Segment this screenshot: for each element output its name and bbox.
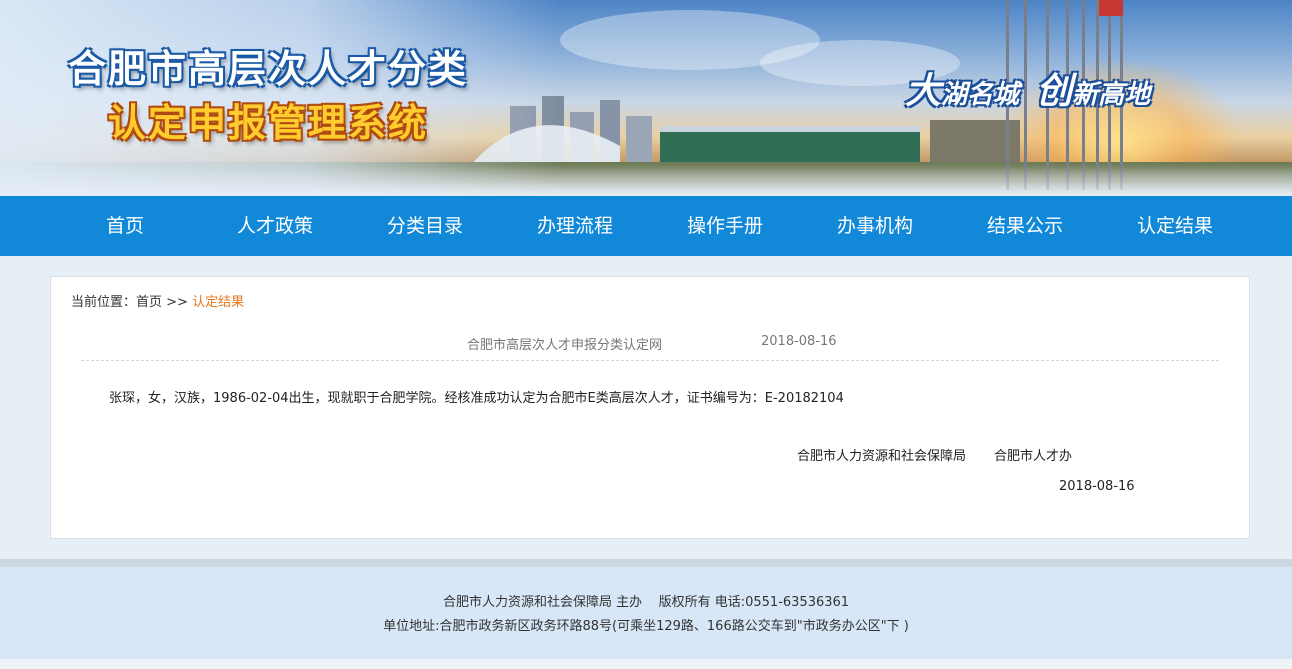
footer-divider (0, 559, 1292, 567)
signer-hrss-bureau: 合肥市人力资源和社会保障局 (797, 449, 967, 464)
footer-copyright: 合肥市人力资源和社会保障局 主办 版权所有 电话:0551-63536361 (442, 595, 850, 610)
article-sign-date: 2018-08-16 (1059, 479, 1135, 494)
slogan-part2-rest: 新高地 (1072, 80, 1151, 110)
nav-list: 首页 人才政策 分类目录 办理流程 操作手册 办事机构 结果公示 认定结果 (50, 196, 1250, 256)
article-signers: 合肥市人力资源和社会保障局 合肥市人才办 (797, 445, 1072, 464)
slogan-part1-rest: 湖名城 (941, 80, 1020, 110)
site-title-line1: 合肥市高层次人才分类 (68, 47, 469, 91)
flag (1111, 0, 1123, 16)
article-body: 张琛，女，汉族，1986-02-04出生，现就职于合肥学院。经核准成功认定为合肥… (109, 391, 844, 406)
breadcrumb: 当前位置：首页 >> 认定结果 (71, 291, 244, 310)
article-date: 2018-08-16 (761, 334, 837, 349)
nav-item-talent-policy[interactable]: 人才政策 (200, 196, 350, 256)
page-bottom-strip (0, 659, 1292, 669)
breadcrumb-current: 认定结果 (192, 295, 245, 310)
content-panel: 当前位置：首页 >> 认定结果 合肥市高层次人才申报分类认定网 2018-08-… (50, 276, 1250, 539)
nav-item-process[interactable]: 办理流程 (500, 196, 650, 256)
banner-fade-bottom (0, 166, 1292, 196)
article-meta: 合肥市高层次人才申报分类认定网 2018-08-16 (81, 333, 1219, 361)
breadcrumb-prefix: 当前位置： (71, 295, 137, 310)
footer-address: 单位地址:合肥市政务新区政务环路88号(可乘坐129路、166路公交车到"市政务… (383, 619, 909, 634)
breadcrumb-home-link[interactable]: 首页 (136, 295, 162, 310)
main-nav: 首页 人才政策 分类目录 办理流程 操作手册 办事机构 结果公示 认定结果 (0, 196, 1292, 256)
nav-item-certification-results[interactable]: 认定结果 (1100, 196, 1250, 256)
slogan-part2-big: 创 (1036, 70, 1073, 112)
nav-item-home[interactable]: 首页 (50, 196, 200, 256)
nav-item-manual[interactable]: 操作手册 (650, 196, 800, 256)
slogan-part1-big: 大 (905, 70, 942, 112)
nav-item-category-directory[interactable]: 分类目录 (350, 196, 500, 256)
banner-slogan: 大湖名城 创新高地 (905, 62, 1150, 114)
signer-talent-office: 合肥市人才办 (994, 449, 1073, 464)
nav-item-offices[interactable]: 办事机构 (800, 196, 950, 256)
breadcrumb-separator: >> (162, 295, 193, 310)
nav-item-public-results[interactable]: 结果公示 (950, 196, 1100, 256)
header-banner: 合肥市高层次人才分类 认定申报管理系统 大湖名城 创新高地 (0, 0, 1292, 196)
article-source: 合肥市高层次人才申报分类认定网 (467, 338, 663, 353)
site-footer: 合肥市人力资源和社会保障局 主办 版权所有 电话:0551-63536361 单… (0, 567, 1292, 659)
site-title-line2: 认定申报管理系统 (108, 101, 429, 145)
